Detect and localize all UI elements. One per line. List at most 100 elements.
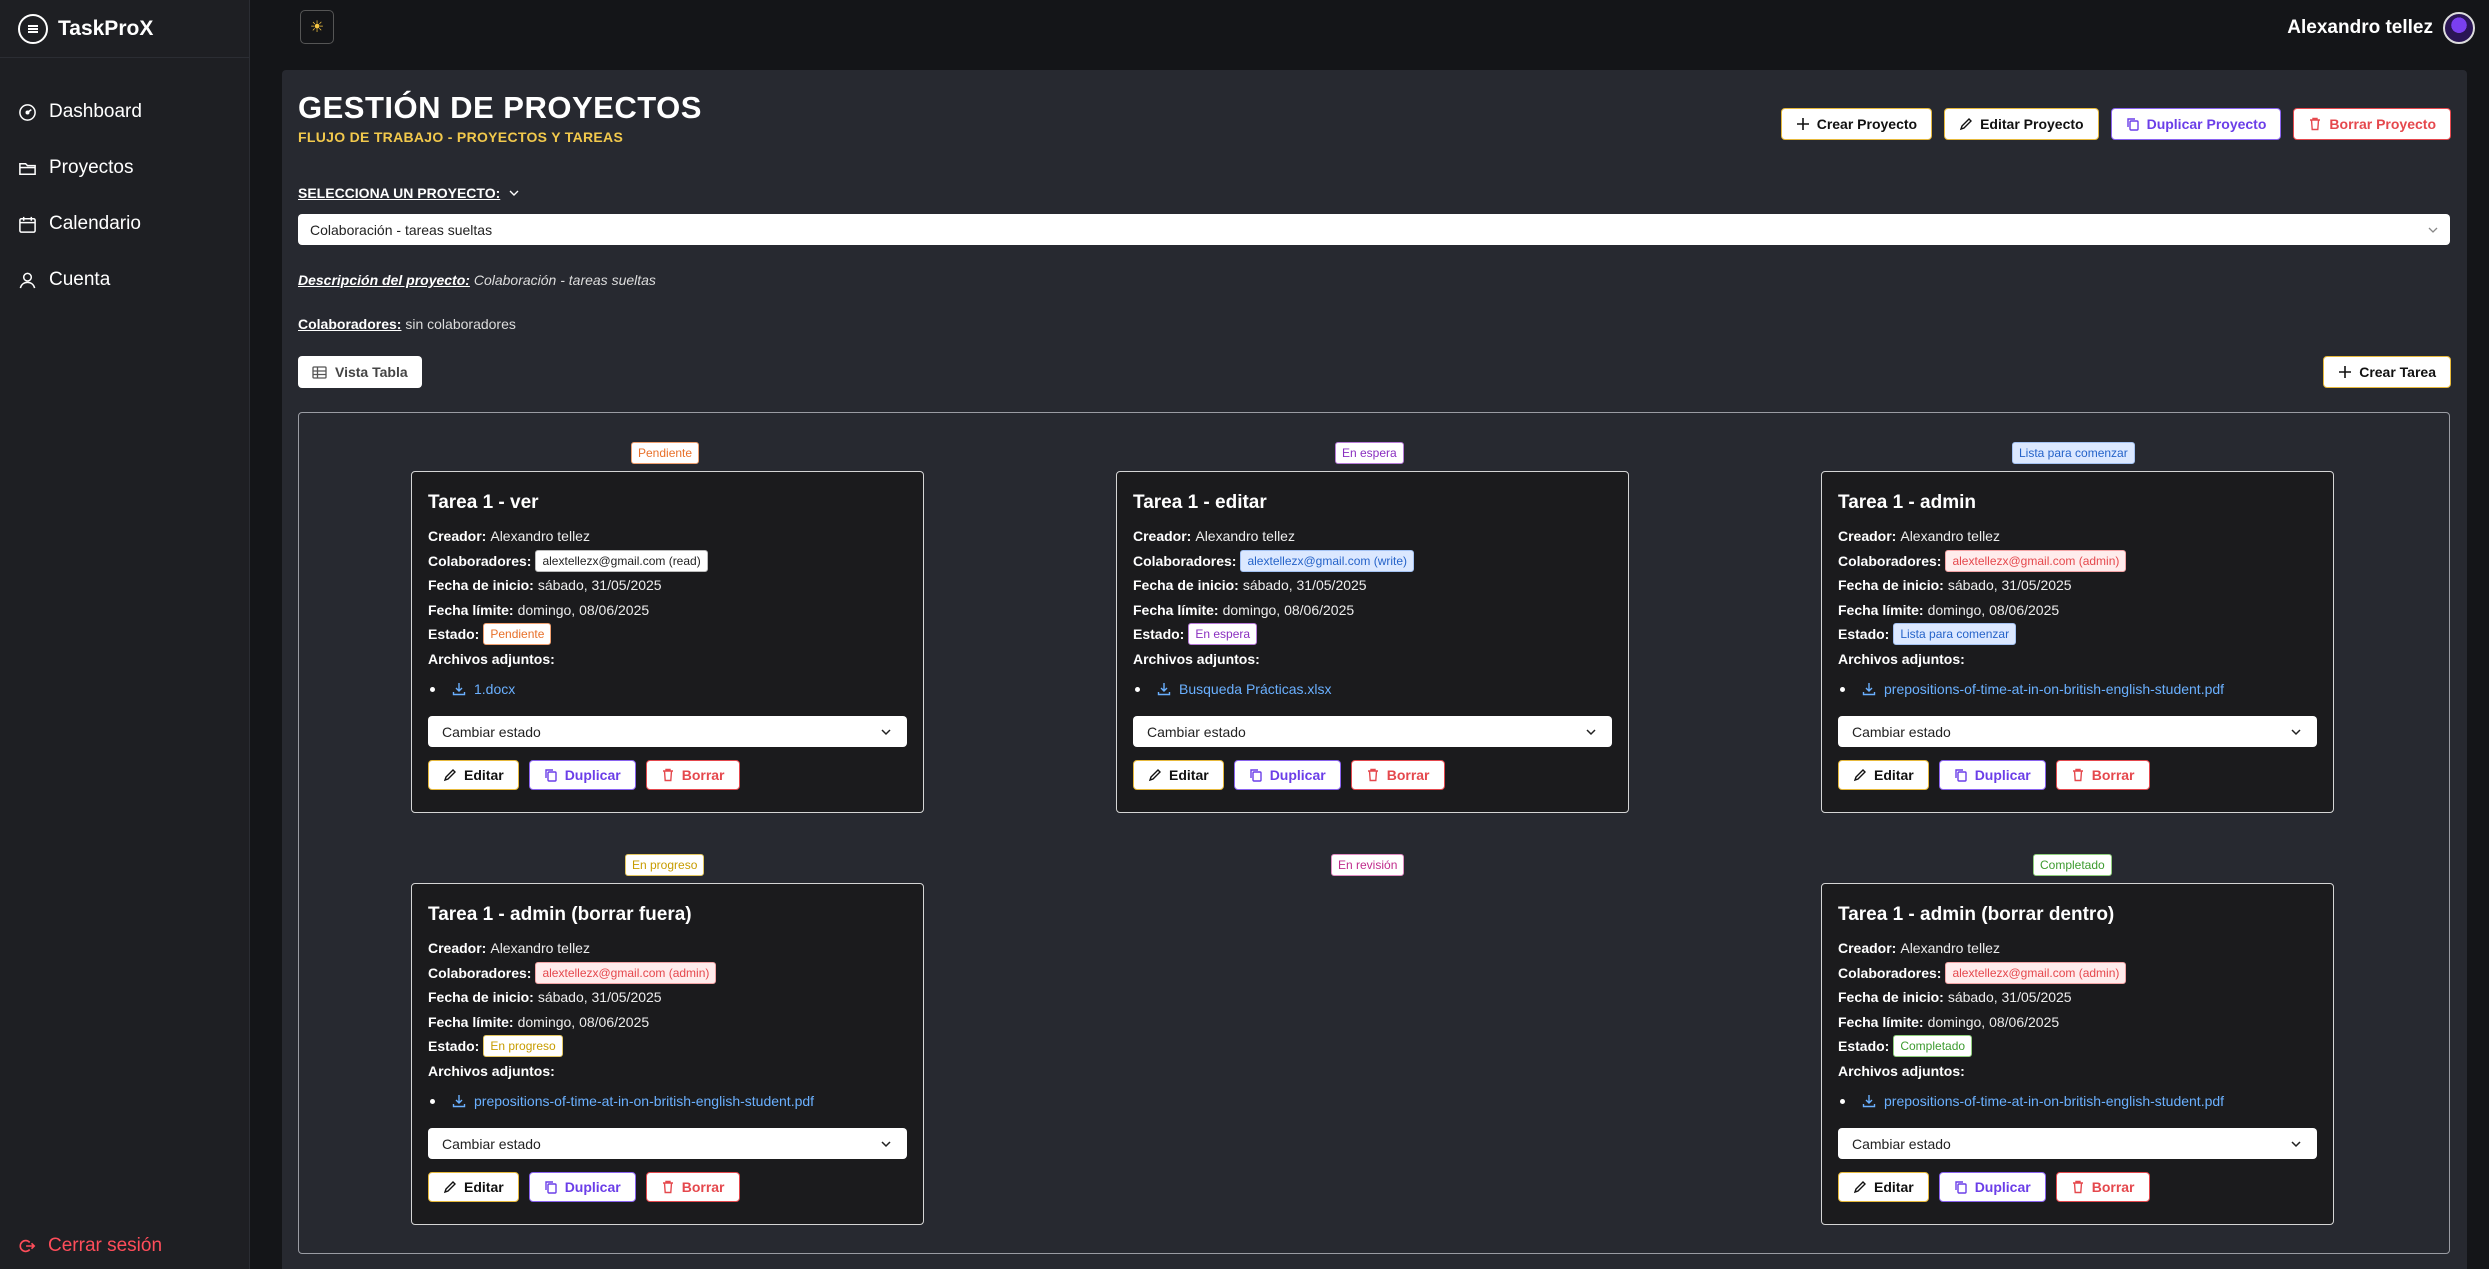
download-icon [1862, 683, 1876, 696]
task-due-date: Fecha límite: domingo, 08/06/2025 [1838, 598, 2317, 623]
project-description: Descripción del proyecto: Colaboración -… [298, 272, 656, 288]
pencil-icon [1853, 1181, 1866, 1194]
project-select-label[interactable]: SELECCIONA UN PROYECTO: [298, 185, 520, 201]
task-card: Tarea 1 - ver Creador: Alexandro tellez C… [411, 471, 924, 813]
kanban-board: Pendiente En espera Lista para comenzar … [298, 412, 2450, 1254]
download-icon [452, 1095, 466, 1108]
task-start-date: Fecha de inicio: sábado, 31/05/2025 [1838, 573, 2317, 598]
task-title: Tarea 1 - editar [1133, 492, 1267, 513]
delete-task-button[interactable]: Borrar [2055, 1172, 2150, 1202]
create-task-button[interactable]: Crear Tarea [2323, 356, 2451, 388]
brand[interactable]: TaskProX [0, 0, 249, 58]
button-label: Duplicar [564, 1179, 621, 1195]
edit-task-button[interactable]: Editar [428, 1172, 519, 1202]
status-badge: Pendiente [483, 623, 552, 646]
table-view-button[interactable]: Vista Tabla [298, 356, 422, 388]
task-card: Tarea 1 - admin (borrar fuera) Creador: A… [411, 883, 924, 1225]
select-value: Cambiar estado [442, 723, 541, 740]
download-icon [1862, 1095, 1876, 1108]
column-status-badge: Pendiente [631, 442, 700, 464]
duplicate-task-button[interactable]: Duplicar [1938, 760, 2046, 790]
button-label: Borrar Proyecto [2329, 116, 2436, 132]
duplicate-task-button[interactable]: Duplicar [528, 1172, 636, 1202]
attachment-link[interactable]: prepositions-of-time-at-in-on-british-en… [1838, 671, 2317, 707]
copy-icon [544, 769, 557, 782]
button-label: Editar [464, 767, 504, 783]
edit-task-button[interactable]: Editar [1838, 1172, 1929, 1202]
delete-task-button[interactable]: Borrar [2055, 760, 2150, 790]
user-name: Alexandro tellez [2287, 17, 2433, 38]
trash-icon [662, 1180, 673, 1194]
task-attachments-label: Archivos adjuntos: [1133, 647, 1612, 672]
collaborators-label: Colaboradores: [298, 316, 402, 332]
duplicate-task-button[interactable]: Duplicar [1938, 1172, 2046, 1202]
change-state-select[interactable]: Cambiar estado [428, 1128, 907, 1159]
task-attachments-label: Archivos adjuntos: [1838, 1059, 2317, 1084]
field-label: Fecha límite: [1133, 601, 1219, 618]
collaborator-badge: alextellezx@gmail.com (read) [535, 549, 708, 572]
field-value: Alexandro tellez [1195, 528, 1295, 545]
task-collaborators: Colaboradores: alextellezx@gmail.com (adm… [1838, 549, 2317, 574]
duplicate-task-button[interactable]: Duplicar [1233, 760, 1341, 790]
button-label: Editar [464, 1179, 504, 1195]
project-select[interactable]: Colaboración - tareas sueltas [298, 214, 2450, 245]
field-label: Archivos adjuntos: [1838, 1062, 1965, 1079]
button-label: Vista Tabla [335, 364, 408, 380]
duplicate-task-button[interactable]: Duplicar [528, 760, 636, 790]
task-start-date: Fecha de inicio: sábado, 31/05/2025 [1838, 985, 2317, 1010]
edit-task-button[interactable]: Editar [1133, 760, 1224, 790]
logout-button[interactable]: Cerrar sesión [18, 1235, 162, 1257]
task-state: Estado: En espera [1133, 622, 1612, 647]
attachment-link[interactable]: prepositions-of-time-at-in-on-british-en… [1838, 1083, 2317, 1119]
edit-task-button[interactable]: Editar [428, 760, 519, 790]
sidebar-item-cuenta[interactable]: Cuenta [0, 252, 249, 308]
task-creator: Creador: Alexandro tellez [1133, 524, 1612, 549]
theme-toggle-button[interactable]: ☀ [300, 10, 334, 44]
attachment-link[interactable]: prepositions-of-time-at-in-on-british-en… [428, 1083, 907, 1119]
field-label: Colaboradores: [1838, 552, 1942, 569]
delete-task-button[interactable]: Borrar [1350, 760, 1445, 790]
description-label: Descripción del proyecto: [298, 272, 470, 288]
change-state-select[interactable]: Cambiar estado [1133, 716, 1612, 747]
sidebar-item-label: Dashboard [49, 101, 142, 122]
sidebar-item-calendario[interactable]: Calendario [0, 196, 249, 252]
button-label: Editar [1874, 767, 1914, 783]
edit-task-button[interactable]: Editar [1838, 760, 1929, 790]
button-label: Editar Proyecto [1980, 116, 2084, 132]
task-collaborators: Colaboradores: alextellezx@gmail.com (wri… [1133, 549, 1612, 574]
delete-task-button[interactable]: Borrar [645, 1172, 740, 1202]
column-status-badge: En progreso [625, 854, 705, 876]
attachment-link[interactable]: Busqueda Prácticas.xlsx [1133, 671, 1612, 707]
sidebar: TaskProX Dashboard Proyectos Calendario … [0, 0, 250, 1269]
task-due-date: Fecha límite: domingo, 08/06/2025 [428, 1010, 907, 1035]
task-state: Estado: Completado [1838, 1034, 2317, 1059]
pencil-icon [1853, 769, 1866, 782]
collaborator-badge: alextellezx@gmail.com (admin) [1945, 961, 2127, 984]
delete-project-button[interactable]: Borrar Proyecto [2293, 108, 2451, 140]
task-due-date: Fecha límite: domingo, 08/06/2025 [1838, 1010, 2317, 1035]
duplicate-project-button[interactable]: Duplicar Proyecto [2110, 108, 2282, 140]
status-badge: En espera [1188, 623, 1258, 646]
chevron-down-icon [881, 728, 891, 735]
attachment-link[interactable]: 1.docx [428, 671, 907, 707]
task-creator: Creador: Alexandro tellez [1838, 936, 2317, 961]
attachment-name: prepositions-of-time-at-in-on-british-en… [1884, 681, 2225, 697]
chevron-down-icon [881, 1140, 891, 1147]
create-project-button[interactable]: Crear Proyecto [1780, 108, 1933, 140]
change-state-select[interactable]: Cambiar estado [1838, 1128, 2317, 1159]
button-label: Borrar [681, 1179, 725, 1195]
field-value: sábado, 31/05/2025 [1242, 577, 1367, 594]
sidebar-item-proyectos[interactable]: Proyectos [0, 140, 249, 196]
task-due-date: Fecha límite: domingo, 08/06/2025 [1133, 598, 1612, 623]
task-attachments-label: Archivos adjuntos: [428, 1059, 907, 1084]
delete-task-button[interactable]: Borrar [645, 760, 740, 790]
sidebar-item-dashboard[interactable]: Dashboard [0, 84, 249, 140]
change-state-select[interactable]: Cambiar estado [428, 716, 907, 747]
folder-icon [19, 162, 36, 175]
edit-project-button[interactable]: Editar Proyecto [1944, 108, 2099, 140]
task-actions: Editar Duplicar Borrar [1133, 760, 1612, 790]
user-menu[interactable]: Alexandro tellez [2287, 12, 2475, 44]
collaborator-badge: alextellezx@gmail.com (write) [1240, 549, 1415, 572]
change-state-select[interactable]: Cambiar estado [1838, 716, 2317, 747]
task-creator: Creador: Alexandro tellez [1838, 524, 2317, 549]
